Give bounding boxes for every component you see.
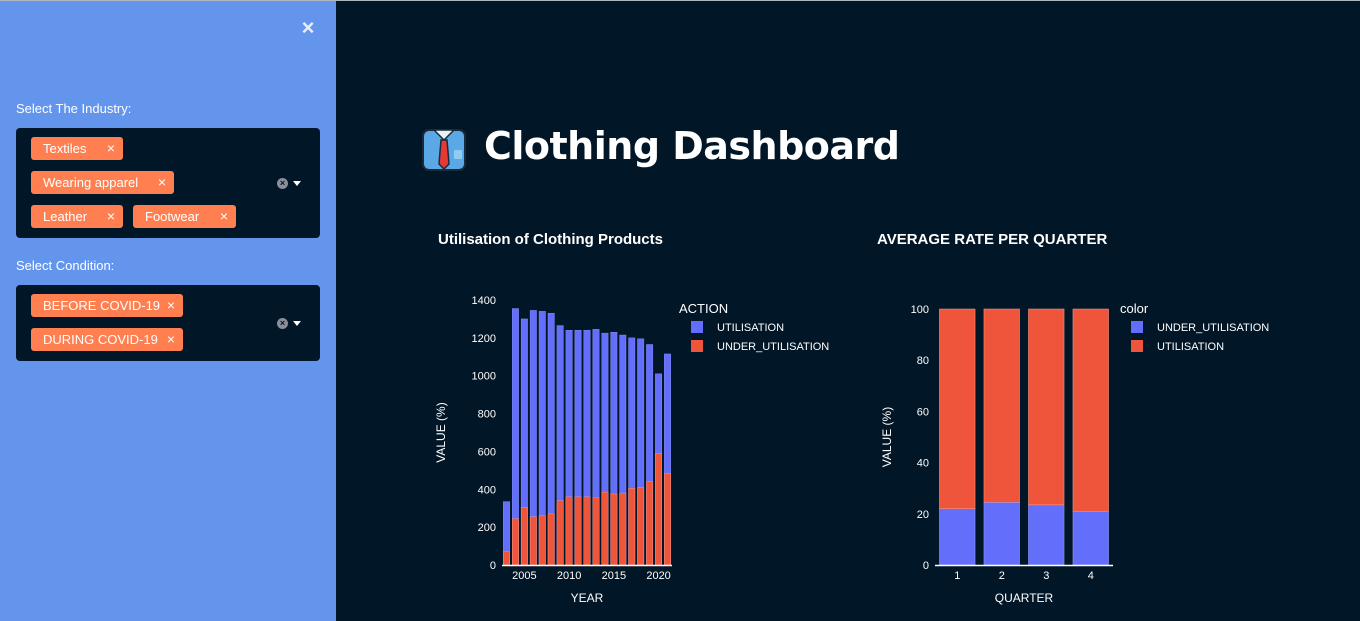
bar-utilisation bbox=[1072, 308, 1109, 512]
y-tick-label: 20 bbox=[917, 509, 929, 521]
remove-tag-icon[interactable]: × bbox=[220, 205, 228, 228]
bar-under-utilisation bbox=[637, 487, 645, 566]
x-tick-label: 2010 bbox=[557, 570, 581, 582]
y-tick-label: 0 bbox=[490, 560, 496, 572]
legend-label: UNDER_UTILISATION bbox=[717, 341, 829, 353]
y-tick-label: 80 bbox=[917, 355, 929, 367]
tag-leather: Leather × bbox=[31, 205, 123, 228]
tag-label: DURING COVID-19 bbox=[43, 332, 158, 347]
bar-under-utilisation bbox=[983, 502, 1020, 566]
tag-label: Wearing apparel bbox=[43, 175, 139, 190]
legend-swatch bbox=[1131, 340, 1143, 352]
bar-under-utilisation bbox=[1072, 510, 1109, 566]
y-tick-label: 200 bbox=[478, 522, 496, 534]
tag-textiles: Textiles × bbox=[31, 137, 123, 160]
x-tick-label: 4 bbox=[1088, 570, 1094, 582]
tag-before-covid: BEFORE COVID-19 × bbox=[31, 294, 183, 317]
industry-multiselect[interactable]: Textiles × Wearing apparel × Leather × F… bbox=[16, 128, 320, 238]
clear-all-icon[interactable]: × bbox=[277, 318, 288, 329]
tag-during-covid: DURING COVID-19 × bbox=[31, 328, 183, 351]
chart1-title: Utilisation of Clothing Products bbox=[438, 231, 663, 248]
bar-under-utilisation bbox=[939, 508, 976, 566]
bar-under-utilisation bbox=[520, 507, 528, 566]
x-tick-label: 3 bbox=[1043, 570, 1049, 582]
legend-swatch bbox=[1131, 321, 1143, 333]
remove-tag-icon[interactable]: × bbox=[107, 137, 115, 160]
y-axis-label: VALUE (%) bbox=[434, 402, 448, 462]
top-border bbox=[0, 0, 1360, 1]
bar-under-utilisation bbox=[646, 481, 654, 566]
x-tick-label: 2005 bbox=[512, 570, 536, 582]
y-tick-label: 1200 bbox=[472, 333, 496, 345]
bar-under-utilisation bbox=[655, 453, 663, 566]
chart2-title: AVERAGE RATE PER QUARTER bbox=[877, 231, 1108, 248]
bar-under-utilisation bbox=[529, 516, 537, 566]
bar-under-utilisation bbox=[610, 493, 618, 566]
legend-label: UNDER_UTILISATION bbox=[1157, 322, 1269, 334]
bar-under-utilisation bbox=[556, 500, 564, 566]
y-tick-label: 0 bbox=[923, 560, 929, 572]
tag-label: Leather bbox=[43, 209, 88, 224]
page-title: Clothing Dashboard bbox=[484, 124, 900, 168]
x-tick-label: 2020 bbox=[646, 570, 670, 582]
tag-footwear: Footwear × bbox=[133, 205, 236, 228]
bar-under-utilisation bbox=[574, 496, 582, 566]
bar-under-utilisation bbox=[664, 472, 671, 566]
utilisation-chart: 0 200 400 600 800 1000 1200 1400 VALUE (%) 2005 20… bbox=[434, 295, 829, 605]
bar-under-utilisation bbox=[538, 515, 546, 566]
tag-label: BEFORE COVID-19 bbox=[43, 298, 161, 313]
tag-wearing-apparel: Wearing apparel × bbox=[31, 171, 174, 194]
y-tick-label: 100 bbox=[911, 304, 929, 316]
remove-tag-icon[interactable]: × bbox=[167, 328, 175, 351]
bar-under-utilisation bbox=[583, 496, 591, 566]
y-tick-label: 600 bbox=[478, 446, 496, 458]
close-sidebar-button[interactable]: × bbox=[298, 17, 318, 39]
legend-title: ACTION bbox=[679, 301, 728, 316]
legend-swatch bbox=[691, 321, 703, 333]
bar-utilisation bbox=[939, 308, 976, 509]
remove-tag-icon[interactable]: × bbox=[158, 171, 166, 194]
x-tick-label: 1 bbox=[954, 570, 960, 582]
bar-utilisation bbox=[1028, 308, 1065, 506]
x-tick-label: 2015 bbox=[602, 570, 626, 582]
bar-under-utilisation bbox=[511, 518, 519, 566]
quarter-rate-chart: 0 20 40 60 80 100 VALUE (%) 1 2 3 4 QUARTER color UND… bbox=[880, 301, 1269, 605]
remove-tag-icon[interactable]: × bbox=[167, 294, 175, 317]
bar-under-utilisation bbox=[601, 491, 609, 566]
bar-utilisation bbox=[983, 308, 1020, 503]
bar-under-utilisation bbox=[1028, 504, 1065, 566]
legend-title: color bbox=[1120, 301, 1149, 316]
bar-under-utilisation bbox=[619, 492, 627, 566]
sidebar: × Select The Industry: Textiles × Wearin… bbox=[0, 0, 336, 621]
clear-all-icon[interactable]: × bbox=[277, 178, 288, 189]
bar-under-utilisation bbox=[628, 488, 636, 566]
shirt-tie-icon bbox=[422, 129, 466, 171]
x-axis-label: YEAR bbox=[571, 591, 604, 605]
legend-label: UTILISATION bbox=[717, 322, 784, 334]
y-tick-label: 1000 bbox=[472, 371, 496, 383]
x-tick-label: 2 bbox=[999, 570, 1005, 582]
x-axis-label: QUARTER bbox=[995, 591, 1054, 605]
y-tick-label: 60 bbox=[917, 406, 929, 418]
condition-label: Select Condition: bbox=[16, 258, 115, 273]
bar-under-utilisation bbox=[547, 513, 555, 566]
y-tick-label: 40 bbox=[917, 458, 929, 470]
tag-label: Textiles bbox=[43, 141, 87, 156]
y-tick-label: 400 bbox=[478, 484, 496, 496]
condition-multiselect[interactable]: BEFORE COVID-19 × DURING COVID-19 × × bbox=[16, 285, 320, 361]
y-tick-label: 800 bbox=[478, 409, 496, 421]
y-axis-label: VALUE (%) bbox=[880, 407, 894, 467]
remove-tag-icon[interactable]: × bbox=[107, 205, 115, 228]
chevron-down-icon[interactable] bbox=[293, 181, 301, 186]
legend-swatch bbox=[691, 340, 703, 352]
legend-label: UTILISATION bbox=[1157, 341, 1224, 353]
chevron-down-icon[interactable] bbox=[293, 321, 301, 326]
bar-under-utilisation bbox=[503, 551, 510, 566]
bar-under-utilisation bbox=[592, 497, 600, 566]
y-tick-label: 1400 bbox=[472, 295, 496, 307]
bar-under-utilisation bbox=[565, 496, 573, 566]
industry-label: Select The Industry: bbox=[16, 101, 132, 116]
tag-label: Footwear bbox=[145, 209, 200, 224]
